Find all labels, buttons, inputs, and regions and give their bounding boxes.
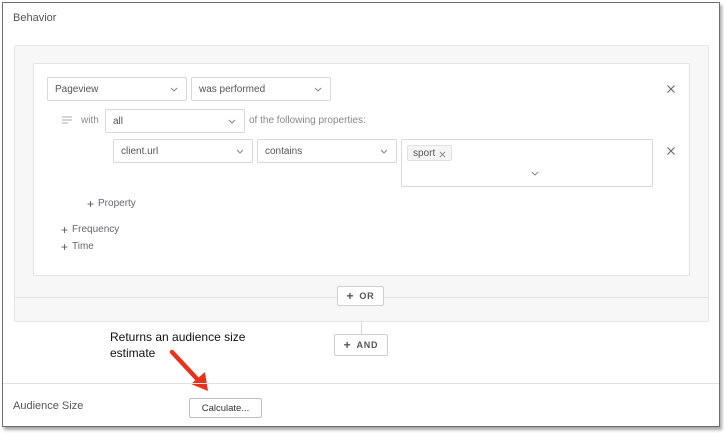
- add-property-link[interactable]: + Property: [87, 196, 136, 211]
- quantifier-select-value: all: [113, 115, 124, 127]
- action-select-value: was performed: [199, 83, 266, 95]
- calculate-button[interactable]: Calculate...: [189, 398, 262, 418]
- plus-icon: +: [87, 196, 95, 211]
- quantifier-select[interactable]: all: [105, 109, 245, 133]
- chevron-down-icon: [226, 115, 238, 127]
- or-button-label: OR: [359, 291, 375, 301]
- add-frequency-link[interactable]: + Frequency: [61, 222, 120, 237]
- chevron-down-icon: [168, 83, 180, 95]
- property-operator-select[interactable]: contains: [257, 139, 397, 163]
- add-time-label: Time: [72, 241, 94, 252]
- add-property-label: Property: [98, 198, 136, 209]
- event-select[interactable]: Pageview: [47, 77, 187, 101]
- audience-size-title: Audience Size: [13, 400, 84, 412]
- remove-tag-close-icon[interactable]: [439, 150, 446, 157]
- chevron-down-icon: [234, 145, 246, 157]
- event-select-value: Pageview: [55, 83, 99, 95]
- property-field-value: client.url: [121, 145, 159, 157]
- property-field-select[interactable]: client.url: [113, 139, 253, 163]
- plus-icon: +: [61, 222, 69, 237]
- property-values-multiselect[interactable]: sport: [401, 139, 653, 187]
- properties-suffix: of the following properties:: [249, 115, 366, 126]
- value-tag-label: sport: [413, 147, 436, 159]
- chevron-down-icon: [312, 83, 324, 95]
- behavior-title: Behavior: [13, 12, 57, 24]
- property-operator-value: contains: [265, 145, 303, 157]
- red-arrow-icon: [166, 348, 216, 398]
- with-label: with: [81, 115, 99, 126]
- action-select[interactable]: was performed: [191, 77, 331, 101]
- plus-icon: +: [343, 338, 352, 352]
- chevron-down-icon: [378, 145, 390, 157]
- and-connector-line: [361, 321, 362, 335]
- plus-icon: +: [346, 289, 355, 303]
- lines-icon: [61, 115, 73, 125]
- add-time-link[interactable]: + Time: [61, 239, 94, 254]
- remove-property-close-icon[interactable]: [665, 145, 677, 157]
- audience-divider: [3, 383, 719, 384]
- remove-behavior-close-icon[interactable]: [665, 83, 677, 95]
- plus-icon: +: [61, 239, 69, 254]
- app-window: Behavior Pageview was performed with all…: [2, 2, 720, 427]
- value-tag: sport: [407, 145, 453, 161]
- chevron-down-icon[interactable]: [529, 167, 541, 179]
- add-frequency-label: Frequency: [72, 224, 120, 235]
- and-button[interactable]: + AND: [334, 334, 388, 356]
- or-button[interactable]: + OR: [337, 286, 384, 306]
- and-button-label: AND: [356, 340, 379, 350]
